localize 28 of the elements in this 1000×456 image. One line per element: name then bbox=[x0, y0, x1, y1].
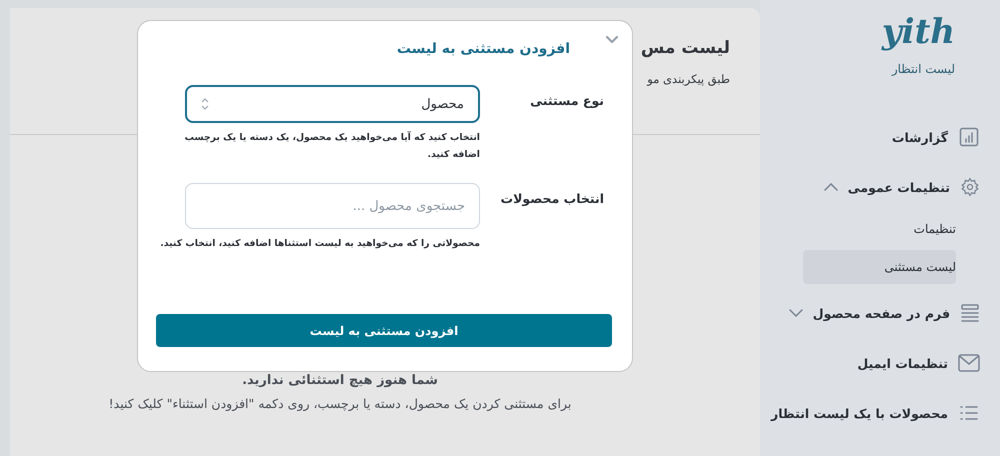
plugin-name: لیست انتظار bbox=[892, 62, 955, 76]
nav-item[interactable]: تنظیمات عمومی bbox=[760, 162, 1000, 212]
page-description: طبق پیکربندی مو bbox=[647, 72, 730, 86]
field-label: نوع مستثنی bbox=[529, 92, 605, 110]
select-field[interactable]: محصول bbox=[185, 85, 480, 123]
list-icon bbox=[958, 405, 980, 421]
logo: yith bbox=[882, 11, 955, 54]
nav-subitem[interactable]: تنظیمات bbox=[803, 212, 956, 246]
nav-subitem[interactable]: لیست مستثنی bbox=[803, 250, 956, 284]
search-field[interactable]: جستجوی محصول ... bbox=[185, 183, 480, 229]
up-down-icon bbox=[201, 97, 209, 111]
nav-item[interactable]: محصولات با یک لیست انتظار bbox=[760, 388, 1000, 438]
add-button[interactable]: افزودن مستثنی به لیست bbox=[156, 314, 612, 347]
nav-item[interactable]: فرم در صفحه محصول bbox=[760, 288, 1000, 338]
mail-icon bbox=[958, 354, 980, 372]
modal-title: افزودن مستثنی به لیست bbox=[396, 40, 570, 59]
field-label: انتخاب محصولات bbox=[500, 190, 605, 208]
help-text: انتخاب کنید که آیا می‌خواهید یک محصول، یک دسته یا یک برچسب اضافه کنید. bbox=[184, 130, 480, 162]
empty-message: شما هنوز هیچ استثنائی ندارید. bbox=[242, 373, 438, 388]
chevron-down-icon[interactable] bbox=[606, 36, 618, 43]
chart-icon bbox=[958, 127, 980, 147]
nav-item[interactable]: گزارشات bbox=[760, 112, 1000, 162]
page-title: لیست مس bbox=[640, 38, 730, 58]
nav-item[interactable]: تنظیمات ایمیل bbox=[760, 338, 1000, 388]
empty-message: برای مستثنی کردن یک محصول، دسته یا برچسب، روی دکمه "افزودن استثناء" کلیک کنید! bbox=[108, 396, 572, 411]
form-icon bbox=[960, 303, 980, 323]
settings-icon bbox=[960, 177, 980, 197]
help-text: محصولاتی را که می‌خواهید به لیست استثناها اضافه کنید، انتخاب کنید. bbox=[159, 237, 480, 251]
